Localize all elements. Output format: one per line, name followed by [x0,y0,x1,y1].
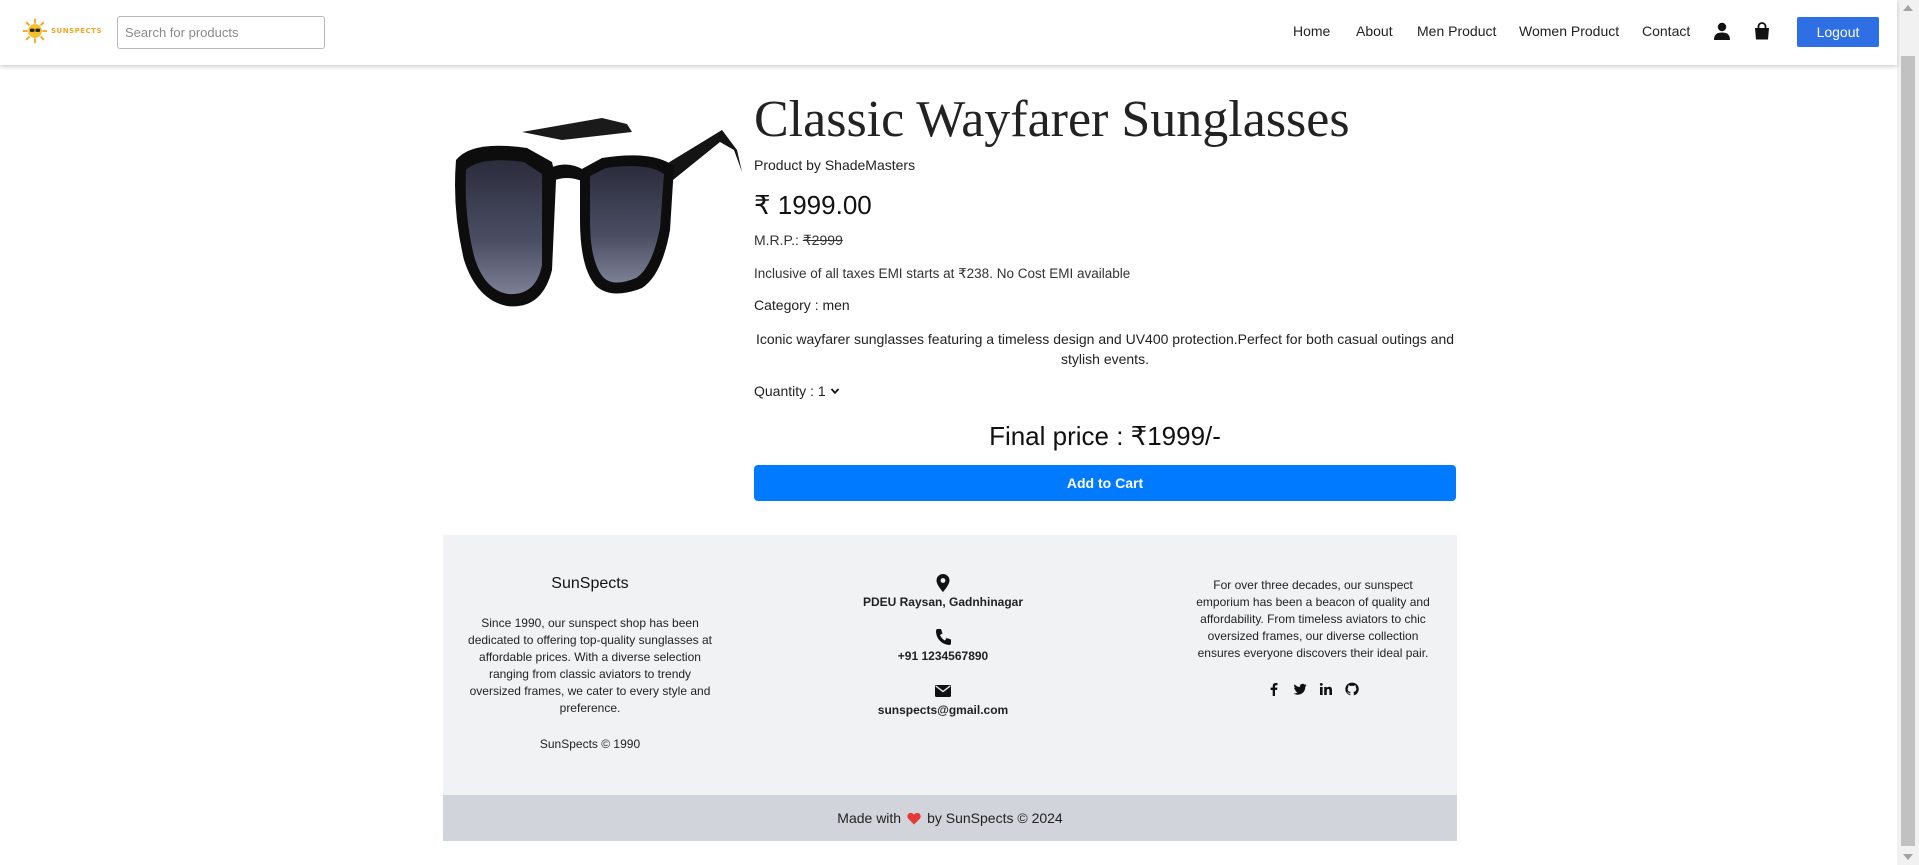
nav-link-contact[interactable]: Contact [1642,23,1690,39]
product-brand: Product by ShadeMasters [754,157,916,173]
product-title: Classic Wayfarer Sunglasses [754,91,1350,148]
chevron-down-icon [830,388,839,395]
add-to-cart-button[interactable]: Add to Cart [754,465,1456,501]
address-text: PDEU Raysan, Gadnhinagar [862,595,1024,609]
search-input[interactable] [117,16,325,49]
scrollbar[interactable] [1897,0,1919,865]
nav-link-men-product[interactable]: Men Product [1417,23,1496,39]
contact-address: PDEU Raysan, Gadnhinagar [843,573,1043,609]
shopping-bag-icon[interactable] [1752,21,1772,41]
tax-emi-note: Inclusive of all taxes EMI starts at ₹23… [754,266,1131,281]
contact-phone: +91 1234567890 [843,627,1043,663]
social-links [1193,682,1433,696]
footer-history-column: For over three decades, our sunspect emp… [1193,577,1433,696]
phone-text: +91 1234567890 [897,649,989,663]
linkedin-icon[interactable] [1319,682,1333,696]
scrollbar-thumb[interactable] [1901,56,1915,846]
user-icon[interactable] [1712,21,1732,41]
quantity-select[interactable]: 1 [818,383,840,399]
envelope-icon [935,685,951,697]
footer-bottom-bar: Made with by SunSpects © 2024 [443,795,1457,841]
footer-history-text: For over three decades, our sunspect emp… [1196,578,1430,660]
product-category: Category : men [754,297,850,313]
navbar: SUNSPECTS Home About Men Product Women P… [0,0,1897,65]
location-pin-icon [936,574,950,592]
scroll-up-arrow-icon[interactable] [1903,5,1913,11]
contact-email: sunspects@gmail.com [843,681,1043,717]
nav-link-women-product[interactable]: Women Product [1519,23,1619,39]
nav-link-home[interactable]: Home [1293,23,1330,39]
product-description: Iconic wayfarer sunglasses featuring a t… [755,331,1455,367]
footer: SunSpects Since 1990, our sunspect shop … [443,535,1457,795]
sun-logo-icon [22,18,48,44]
product-image [455,118,742,307]
email-text[interactable]: sunspects@gmail.com [878,703,1008,717]
mrp-label: M.R.P.: [754,232,799,248]
github-icon[interactable] [1345,682,1359,696]
footer-bottom-copyright: by SunSpects © 2024 [927,810,1063,826]
facebook-icon[interactable] [1267,682,1281,696]
footer-brand: SunSpects [551,575,629,592]
nav-link-about[interactable]: About [1356,23,1393,39]
footer-about-column: SunSpects Since 1990, our sunspect shop … [467,575,713,751]
quantity-label: Quantity : [754,383,814,399]
phone-icon [936,629,951,645]
mrp-value: ₹2999 [802,232,843,248]
made-with-text: Made with [837,810,902,826]
quantity-value: 1 [817,383,826,399]
final-price: Final price : ₹1999/- [989,421,1221,451]
logout-button[interactable]: Logout [1797,17,1879,47]
twitter-icon[interactable] [1293,682,1307,696]
heart-icon [907,812,921,824]
mrp: M.R.P.: ₹2999 [754,232,843,249]
footer-contact-column: PDEU Raysan, Gadnhinagar +91 1234567890 … [843,573,1043,735]
product-price: ₹ 1999.00 [754,190,872,220]
scroll-down-arrow-icon[interactable] [1903,854,1913,860]
quantity-row: Quantity : 1 [754,383,840,399]
footer-copyright: SunSpects © 1990 [539,737,641,751]
logo[interactable]: SUNSPECTS [22,14,102,48]
logo-text: SUNSPECTS [51,27,102,35]
footer-about-text: Since 1990, our sunspect shop has been d… [468,616,712,715]
